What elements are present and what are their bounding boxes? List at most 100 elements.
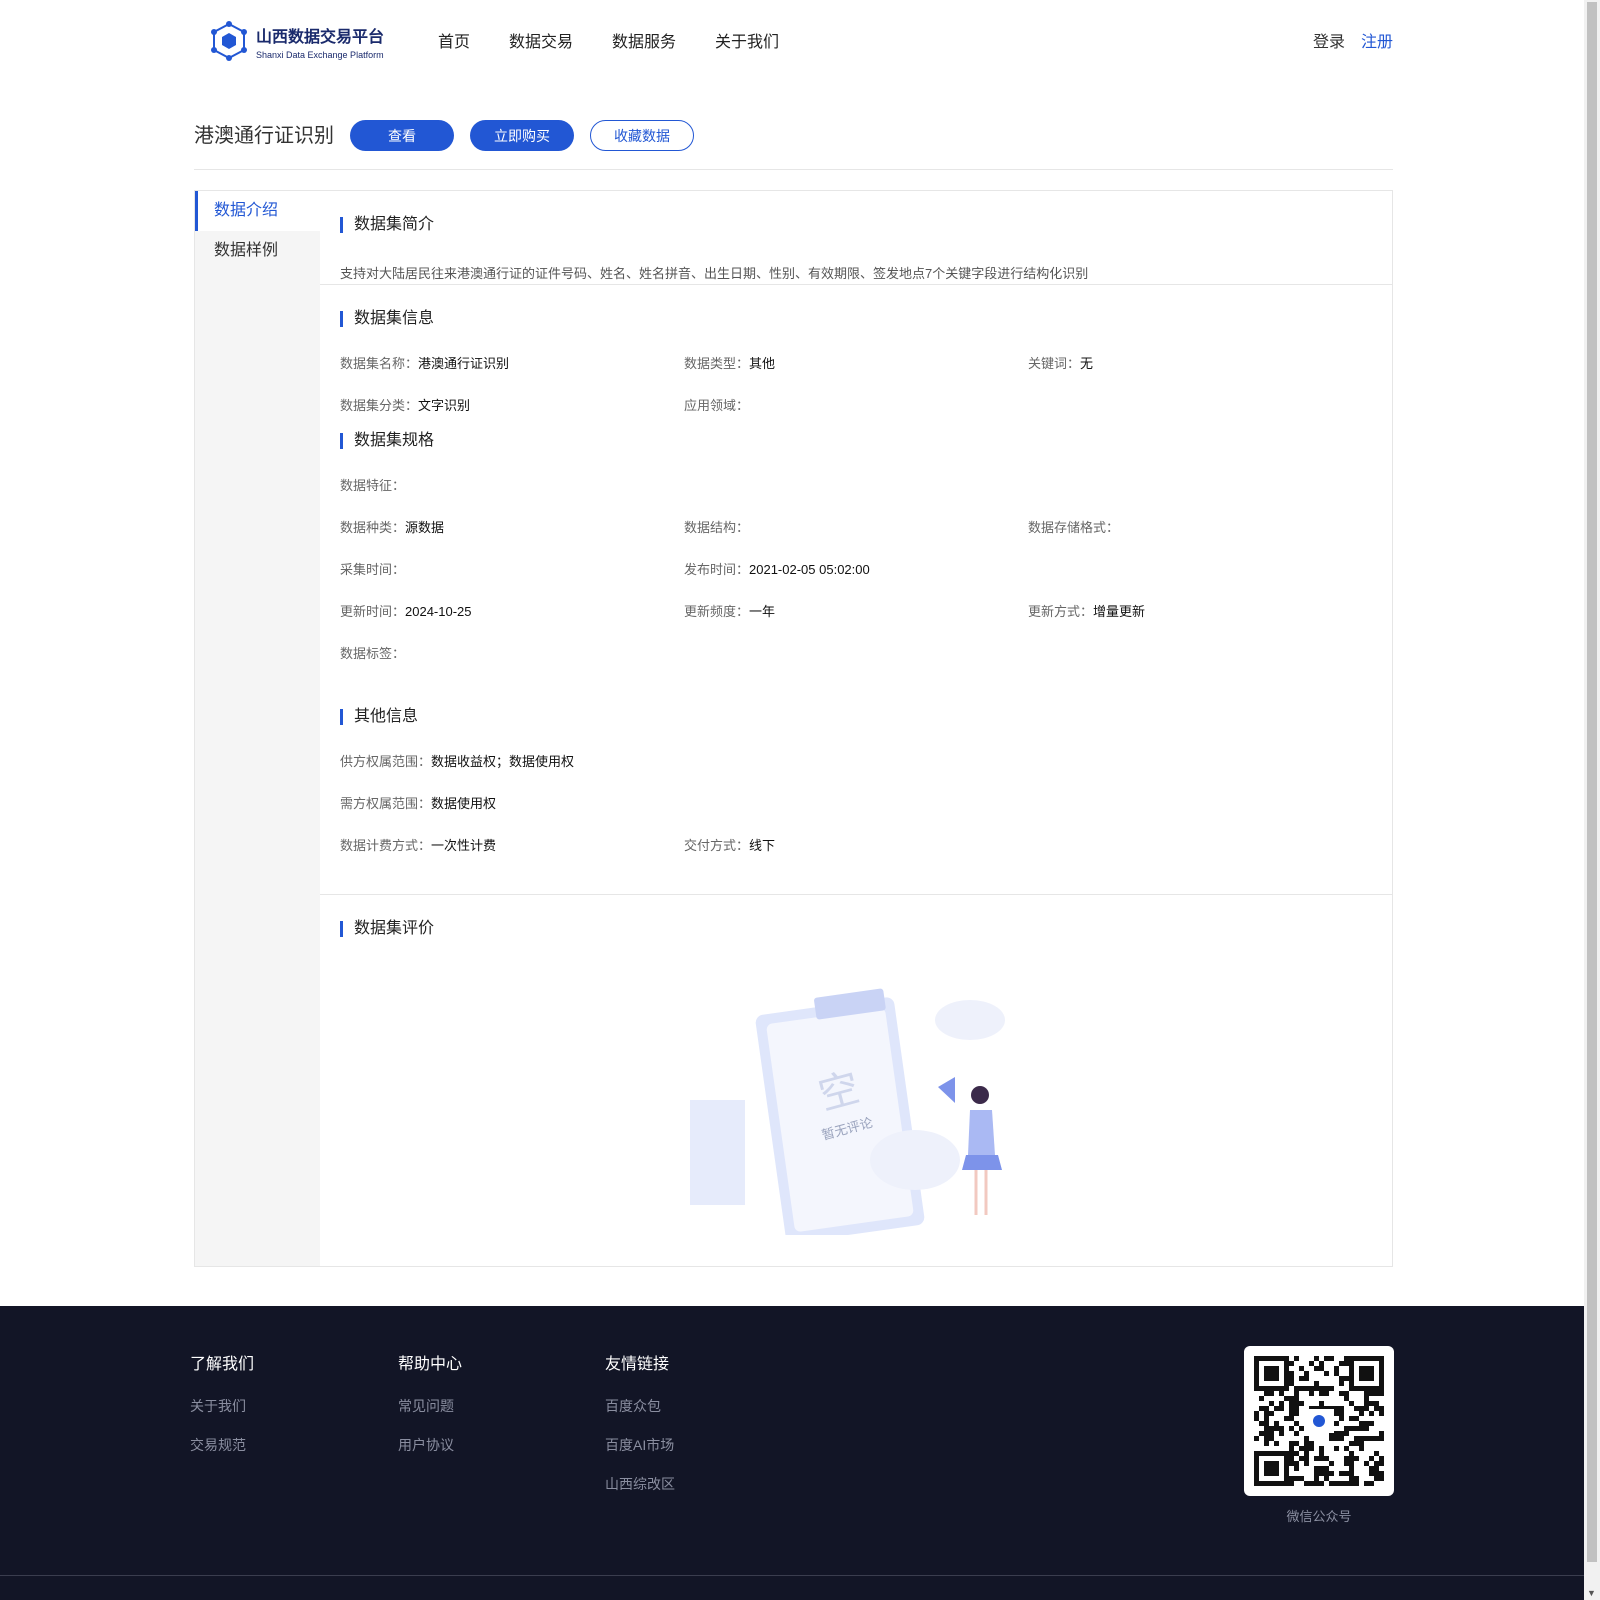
field-value: 无 bbox=[1080, 355, 1094, 371]
auth-links: 登录 注册 bbox=[1313, 28, 1393, 52]
field-label: 数据集名称： bbox=[340, 355, 419, 371]
field-value: 数据使用权 bbox=[431, 795, 497, 811]
sidebar-item-sample[interactable]: 数据样例 bbox=[195, 231, 320, 271]
field-value: 其他 bbox=[749, 355, 776, 371]
info-row: 更新时间：2024-10-25 更新频度：一年 更新方式：增量更新 bbox=[340, 589, 1372, 631]
info-field: 更新方式：增量更新 bbox=[1028, 601, 1372, 620]
section-heading: 数据集信息 bbox=[340, 311, 1372, 327]
review-section: 数据集评价 空 暂无评论 bbox=[320, 895, 1392, 1265]
scrollbar[interactable]: ▼ bbox=[1584, 0, 1600, 1600]
footer-link[interactable]: 交易规范 bbox=[190, 1435, 254, 1455]
info-field: 数据存储格式： bbox=[1028, 517, 1372, 536]
footer-col-title: 了解我们 bbox=[190, 1356, 255, 1373]
footer-col-title: 帮助中心 bbox=[398, 1356, 463, 1373]
section-heading: 数据集简介 bbox=[340, 217, 1372, 233]
field-label: 数据集分类： bbox=[340, 397, 419, 413]
nav-data-trade[interactable]: 数据交易 bbox=[509, 28, 573, 52]
field-label: 数据计费方式： bbox=[340, 837, 432, 853]
info-row: 需方权属范围：数据使用权 bbox=[340, 781, 1372, 823]
field-label: 交付方式： bbox=[684, 837, 750, 853]
field-label: 发布时间： bbox=[684, 561, 750, 577]
info-row: 采集时间： 发布时间：2021-02-05 05:02:00 bbox=[340, 547, 1372, 589]
footer-link[interactable]: 山西综改区 bbox=[605, 1474, 675, 1494]
info-field: 数据标签： bbox=[340, 643, 684, 662]
field-label: 数据特征： bbox=[340, 477, 406, 493]
footer-divider bbox=[0, 1575, 1584, 1576]
register-link[interactable]: 注册 bbox=[1361, 28, 1393, 52]
field-value: 文字识别 bbox=[418, 397, 471, 413]
qr-caption: 微信公众号 bbox=[1286, 1509, 1352, 1524]
footer-col-links: 友情链接 百度众包 百度AI市场 山西综改区 bbox=[605, 1350, 675, 1513]
footer-link[interactable]: 百度众包 bbox=[605, 1396, 675, 1416]
info-row: 数据集名称：港澳通行证识别 数据类型：其他 关键词：无 bbox=[340, 341, 1372, 383]
logo-subtitle: Shanxi Data Exchange Platform bbox=[256, 49, 384, 60]
intro-section: 数据集简介 支持对大陆居民往来港澳通行证的证件号码、姓名、姓名拼音、出生日期、性… bbox=[320, 191, 1392, 285]
nav-data-service[interactable]: 数据服务 bbox=[612, 28, 676, 52]
nav-home[interactable]: 首页 bbox=[438, 28, 470, 52]
logo[interactable]: 山西数据交易平台 Shanxi Data Exchange Platform bbox=[208, 20, 384, 62]
info-field: 数据类型：其他 bbox=[684, 353, 1028, 372]
field-label: 数据存储格式： bbox=[1028, 519, 1120, 535]
field-label: 采集时间： bbox=[340, 561, 406, 577]
buy-button[interactable]: 立即购买 bbox=[470, 120, 574, 151]
login-link[interactable]: 登录 bbox=[1313, 28, 1345, 52]
favorite-button[interactable]: 收藏数据 bbox=[590, 120, 694, 151]
info-field: 交付方式：线下 bbox=[684, 835, 1028, 854]
footer-col-help: 帮助中心 常见问题 用户协议 bbox=[398, 1350, 462, 1474]
site-header: 山西数据交易平台 Shanxi Data Exchange Platform 首… bbox=[0, 0, 1584, 80]
info-field: 数据集名称：港澳通行证识别 bbox=[340, 353, 684, 372]
field-value: 线下 bbox=[749, 837, 776, 853]
info-field: 数据结构： bbox=[684, 517, 1028, 536]
info-field: 数据集分类：文字识别 bbox=[340, 395, 684, 414]
field-value: 2021-02-05 05:02:00 bbox=[749, 561, 870, 577]
info-field: 应用领域： bbox=[684, 395, 1028, 414]
info-field: 关键词：无 bbox=[1028, 353, 1372, 372]
info-field: 需方权属范围：数据使用权 bbox=[340, 793, 684, 812]
content: 数据集简介 支持对大陆居民往来港澳通行证的证件号码、姓名、姓名拼音、出生日期、性… bbox=[320, 191, 1392, 1266]
field-label: 数据种类： bbox=[340, 519, 406, 535]
nav-about[interactable]: 关于我们 bbox=[715, 28, 779, 52]
section-heading: 数据集评价 bbox=[340, 921, 1372, 937]
field-label: 数据标签： bbox=[340, 645, 406, 661]
field-value: 一年 bbox=[749, 603, 776, 619]
intro-text: 支持对大陆居民往来港澳通行证的证件号码、姓名、姓名拼音、出生日期、性别、有效期限… bbox=[340, 266, 1089, 281]
view-button[interactable]: 查看 bbox=[350, 120, 454, 151]
footer-link[interactable]: 百度AI市场 bbox=[605, 1435, 675, 1455]
info-field: 更新时间：2024-10-25 bbox=[340, 601, 684, 620]
main-nav: 首页 数据交易 数据服务 关于我们 bbox=[438, 28, 779, 52]
sidebar-item-intro[interactable]: 数据介绍 bbox=[195, 191, 320, 231]
info-field: 发布时间：2021-02-05 05:02:00 bbox=[684, 559, 1028, 578]
field-label: 更新频度： bbox=[684, 603, 750, 619]
field-label: 数据结构： bbox=[684, 519, 750, 535]
footer-link[interactable]: 常见问题 bbox=[398, 1396, 462, 1416]
info-field: 数据计费方式：一次性计费 bbox=[340, 835, 684, 854]
product-titlebar: 港澳通行证识别 查看 立即购买 收藏数据 bbox=[194, 118, 1393, 170]
field-label: 数据类型： bbox=[684, 355, 750, 371]
field-value: 一次性计费 bbox=[431, 837, 497, 853]
logo-title: 山西数据交易平台 bbox=[256, 28, 385, 46]
sidebar: 数据介绍 数据样例 bbox=[195, 191, 320, 1266]
field-value: 增量更新 bbox=[1093, 603, 1146, 619]
footer-link[interactable]: 用户协议 bbox=[398, 1435, 462, 1455]
site-footer: 了解我们 关于我们 交易规范 帮助中心 常见问题 用户协议 友情链接 百度众包 … bbox=[0, 1306, 1584, 1600]
field-label: 应用领域： bbox=[684, 397, 750, 413]
info-row: 数据种类：源数据 数据结构： 数据存储格式： bbox=[340, 505, 1372, 547]
detail-panel: 数据介绍 数据样例 数据集简介 支持对大陆居民往来港澳通行证的证件号码、姓名、姓… bbox=[194, 190, 1393, 1267]
info-row: 数据标签： bbox=[340, 631, 1372, 673]
info-field: 采集时间： bbox=[340, 559, 684, 578]
info-field: 更新频度：一年 bbox=[684, 601, 1028, 620]
info-section: 数据集信息 数据集名称：港澳通行证识别 数据类型：其他 关键词：无 数据集分类：文字识… bbox=[320, 285, 1392, 895]
section-heading: 其他信息 bbox=[340, 709, 1372, 725]
info-row: 数据特征： bbox=[340, 463, 1372, 505]
field-value: 源数据 bbox=[405, 519, 445, 535]
info-row: 供方权属范围：数据收益权；数据使用权 bbox=[340, 739, 1372, 781]
info-field: 供方权属范围：数据收益权；数据使用权 bbox=[340, 751, 684, 770]
footer-col-about: 了解我们 关于我们 交易规范 bbox=[190, 1350, 254, 1474]
field-label: 更新时间： bbox=[340, 603, 406, 619]
wechat-qr-code bbox=[1244, 1346, 1394, 1496]
field-label: 更新方式： bbox=[1028, 603, 1094, 619]
footer-link[interactable]: 关于我们 bbox=[190, 1396, 254, 1416]
info-row: 数据集分类：文字识别 应用领域： bbox=[340, 383, 1372, 425]
field-value: 数据收益权；数据使用权 bbox=[431, 753, 575, 769]
info-field: 数据种类：源数据 bbox=[340, 517, 684, 536]
